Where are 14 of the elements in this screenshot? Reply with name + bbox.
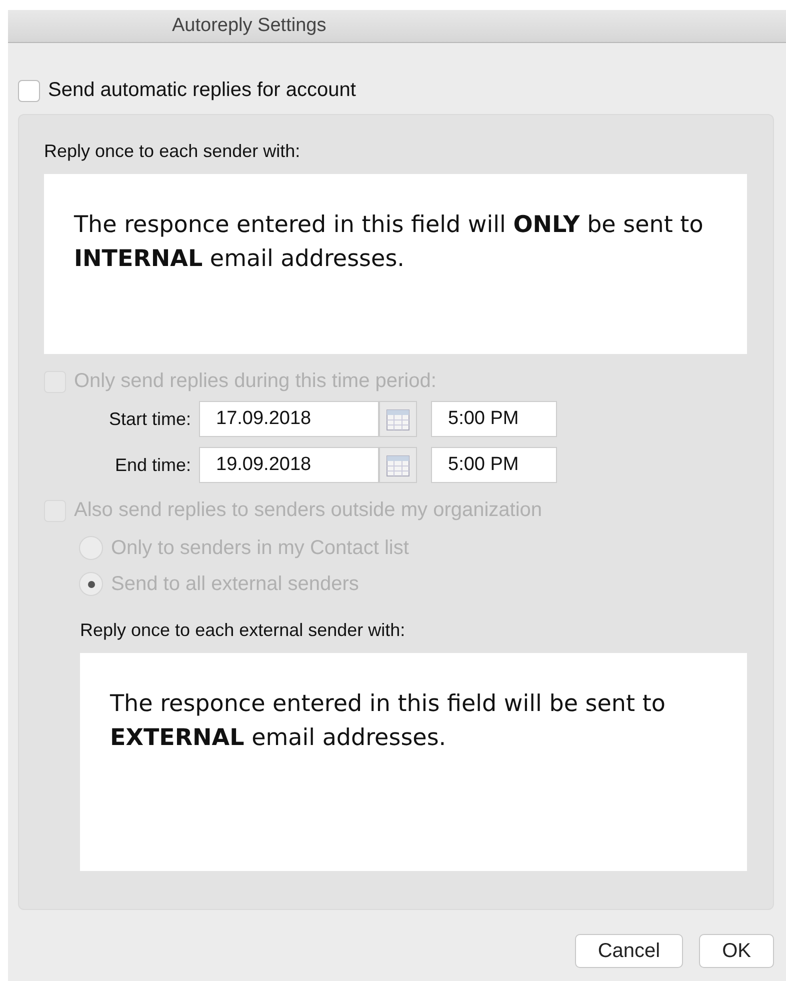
time-label: End time: — [114, 454, 191, 476]
checkbox[interactable] — [18, 80, 40, 102]
calendar-icon[interactable] — [379, 401, 417, 437]
ok-button[interactable]: OK — [699, 934, 774, 968]
calendar-icon[interactable] — [379, 447, 417, 483]
window-title: Autoreply Settings — [172, 15, 326, 37]
section-label: Reply once to each external sender with: — [80, 620, 406, 640]
section-label: Reply once to each sender with: — [44, 141, 300, 161]
message-text: The responce entered in this field will ONLY be sent to INTERNAL email addresses. — [74, 212, 704, 272]
cancel-button[interactable]: Cancel — [574, 934, 684, 968]
time-label: Start time: — [108, 408, 191, 430]
message-field[interactable]: The responce entered in this field will ONLY be sent to INTERNAL email addresses. — [44, 174, 747, 354]
checkbox-label: Send automatic replies for account — [48, 79, 356, 102]
message-text: The responce entered in this field will be sent to EXTERNAL email addresses. — [110, 691, 666, 751]
